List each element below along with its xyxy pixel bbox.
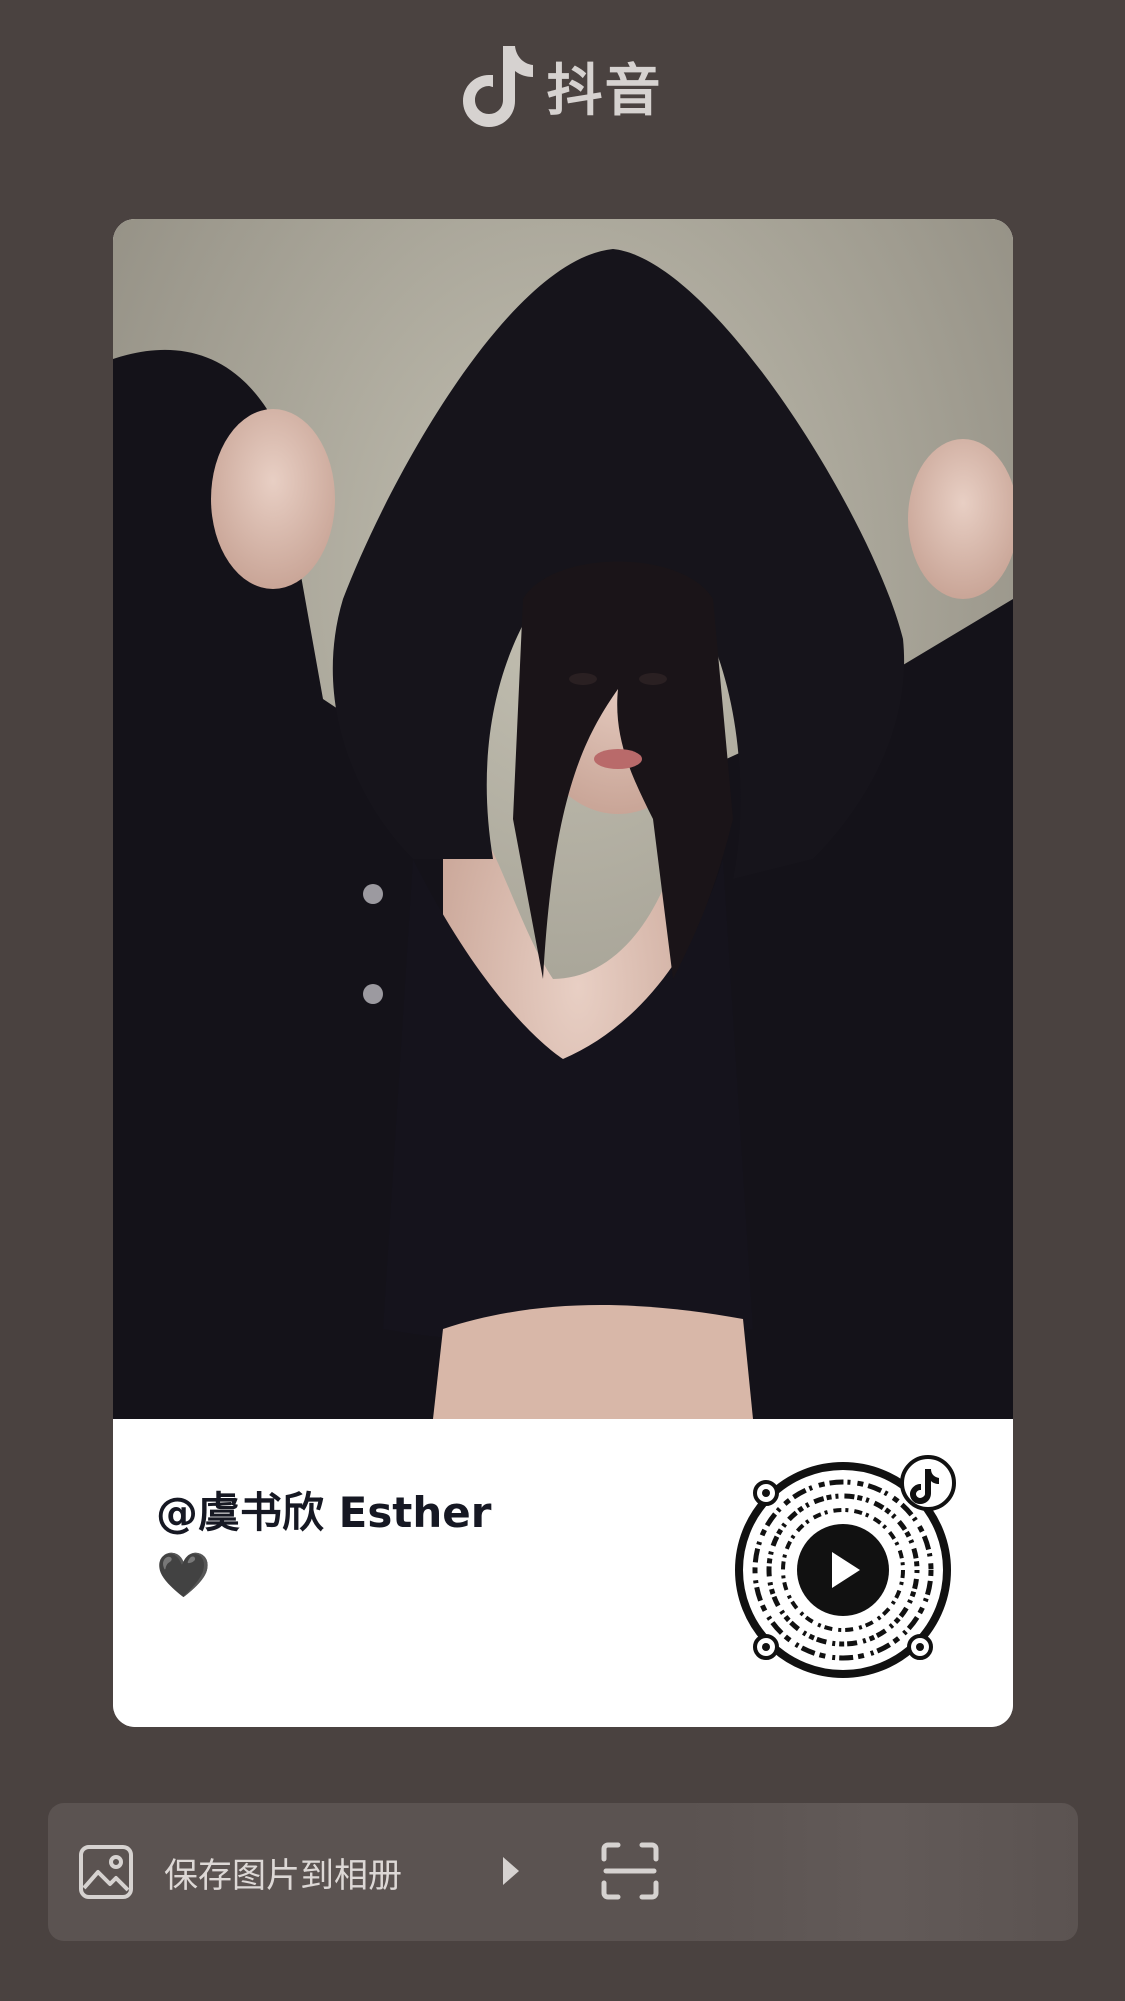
scan-icon[interactable] <box>600 1841 660 1901</box>
save-to-album-button[interactable]: 保存图片到相册 <box>78 1803 402 1941</box>
cover-photo-illustration <box>113 219 1013 1419</box>
douyin-qr-code[interactable] <box>728 1455 968 1695</box>
save-to-album-label: 保存图片到相册 <box>164 1855 402 1896</box>
video-cover-image <box>113 219 1013 1419</box>
caption-emoji: 🖤 <box>156 1550 211 1601</box>
play-arrow-icon[interactable] <box>500 1853 522 1889</box>
douyin-logo: 抖音 <box>0 40 1125 132</box>
brand-text: 抖音 <box>546 58 663 124</box>
share-action-bar: 保存图片到相册 <box>48 1803 1078 1941</box>
share-card: @虞书欣 Esther 🖤 <box>113 219 1013 1727</box>
image-icon <box>79 1845 133 1899</box>
faded-placeholder <box>688 1803 1078 1941</box>
douyin-note-icon <box>462 46 533 127</box>
author-username[interactable]: @虞书欣 Esther <box>156 1479 492 1540</box>
card-info: @虞书欣 Esther 🖤 <box>113 1419 1013 1727</box>
